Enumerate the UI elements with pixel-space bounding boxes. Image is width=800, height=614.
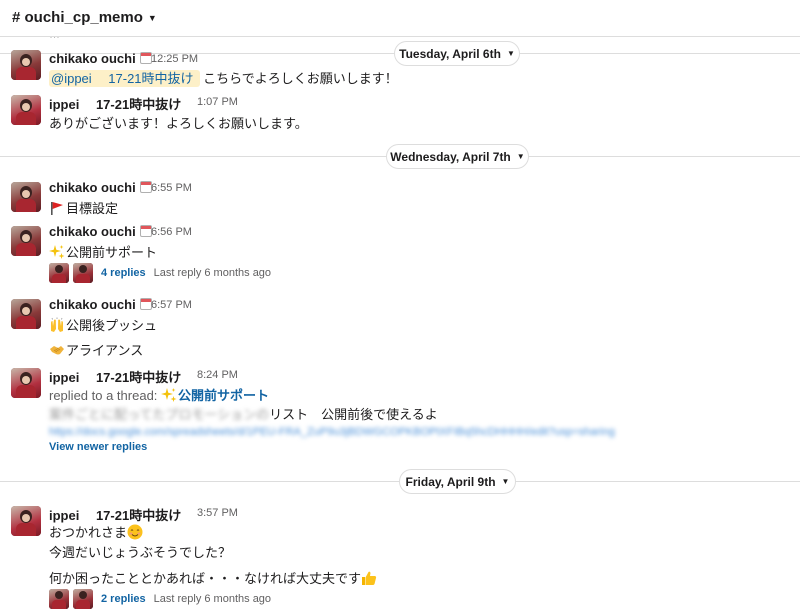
chevron-down-icon: ▼ (506, 49, 515, 58)
chevron-down-icon: ▼ (501, 477, 510, 486)
message-link-row: https://docs.google.com/spreadsheets/d/1… (49, 423, 615, 438)
message-body: おつかれさま (49, 525, 128, 540)
redacted-text: 案件ごとに配ってたプロモーションの (49, 407, 270, 422)
message-body: リスト 公開前後で使えるよ (269, 407, 438, 422)
message-timestamp[interactable]: 6:56 PM (151, 226, 192, 238)
avatar[interactable] (11, 506, 41, 536)
view-newer-replies-button[interactable]: View newer replies (49, 441, 147, 453)
thread-link[interactable]: 公開前サポート (178, 388, 269, 403)
author-name: chikako ouchi (49, 51, 136, 66)
message-body: 何か困ったこととかあれば・・・なければ大丈夫です (49, 571, 362, 586)
channel-name: # ouchi_cp_memo (12, 9, 143, 26)
reply-avatar (49, 589, 69, 609)
message-text: 公開後プッシュ (49, 315, 157, 334)
thread-replies[interactable]: 4 replies Last reply 6 months ago (49, 263, 271, 283)
message-author[interactable]: chikako ouchi (49, 180, 152, 195)
message-timestamp[interactable]: 3:57 PM (197, 507, 238, 519)
channel-name-button[interactable]: # ouchi_cp_memo ▼ (12, 9, 157, 26)
reply-count-link[interactable]: 2 replies (101, 593, 146, 605)
avatar[interactable] (11, 368, 41, 398)
channel-header: # ouchi_cp_memo ▼ (0, 0, 800, 37)
message-text: おつかれさま (49, 522, 144, 541)
message-timestamp[interactable]: 6:55 PM (151, 182, 192, 194)
message-author[interactable]: ippei 17-21時中抜け (49, 367, 181, 386)
avatar[interactable] (11, 299, 41, 329)
triangular-flag-icon (51, 202, 63, 215)
date-label: Tuesday, April 6th (399, 46, 501, 61)
message-timestamp[interactable]: 8:24 PM (197, 369, 238, 381)
message-text: 案件ごとに配ってたプロモーションのリスト 公開前後で使えるよ (49, 404, 438, 423)
reply-avatar (73, 263, 93, 283)
thumbs-up-icon (362, 571, 377, 585)
thread-replies[interactable]: 2 replies Last reply 6 months ago (49, 589, 271, 609)
reply-avatar (73, 589, 93, 609)
message-text: ありがございます！よろしくお願いします。 (49, 116, 308, 131)
author-name: chikako ouchi (49, 297, 136, 312)
sparkles-icon (49, 245, 65, 259)
message-text: 今週だいじょうぶそうでした？ (49, 545, 232, 560)
last-reply-time: Last reply 6 months ago (153, 267, 272, 279)
thread-reply-context: replied to a thread: 公開前サポート (49, 385, 269, 404)
message-timestamp[interactable]: 6:57 PM (151, 299, 192, 311)
message-author[interactable]: chikako ouchi (49, 297, 152, 312)
clipped-previous-message: … (0, 37, 800, 41)
message-text: 何か困ったこととかあれば・・・なければ大丈夫です (49, 568, 378, 587)
chevron-down-icon: ▼ (516, 152, 525, 161)
date-divider-button[interactable]: Friday, April 9th ▼ (399, 469, 516, 494)
avatar[interactable] (11, 182, 41, 212)
sparkles-icon (161, 388, 177, 402)
message-body: こちらでよろしくお願いします！ (199, 71, 398, 86)
date-label: Friday, April 9th (405, 474, 496, 489)
avatar[interactable] (11, 95, 41, 125)
message-timestamp[interactable]: 12:25 PM (151, 53, 198, 65)
blush-icon (127, 524, 143, 540)
reply-count-link[interactable]: 4 replies (101, 267, 146, 279)
message-body: 公開前サポート (66, 245, 158, 260)
message-text: 目標設定 (49, 198, 118, 217)
author-name: chikako ouchi (49, 224, 136, 239)
calendar-status-icon (139, 181, 152, 193)
calendar-status-icon (139, 225, 152, 237)
message-author[interactable]: chikako ouchi (49, 51, 152, 66)
avatar[interactable] (11, 50, 41, 80)
message-text: @ippei 17-21時中抜け こちらでよろしくお願いします！ (49, 68, 398, 87)
message-body: 目標設定 (66, 201, 119, 216)
message-author[interactable]: ippei 17-21時中抜け (49, 94, 181, 113)
date-divider-button[interactable]: Tuesday, April 6th ▼ (394, 41, 520, 66)
date-label: Wednesday, April 7th (390, 149, 511, 164)
chevron-down-icon: ▼ (147, 12, 157, 23)
reply-avatar (49, 263, 69, 283)
replied-to-label: replied to a thread: (49, 388, 162, 403)
message-text: アライアンス (49, 340, 143, 359)
message-author[interactable]: chikako ouchi (49, 224, 152, 239)
calendar-status-icon (139, 52, 152, 64)
message-text: 公開前サポート (49, 242, 157, 261)
calendar-status-icon (139, 298, 152, 310)
message-timestamp[interactable]: 1:07 PM (197, 96, 238, 108)
handshake-icon (50, 346, 64, 355)
avatar[interactable] (11, 226, 41, 256)
message-body: 公開後プッシュ (66, 318, 158, 333)
message-body: アライアンス (66, 343, 144, 358)
date-divider-button[interactable]: Wednesday, April 7th ▼ (386, 144, 529, 169)
author-name: chikako ouchi (49, 180, 136, 195)
last-reply-time: Last reply 6 months ago (153, 593, 272, 605)
raised-hands-icon (51, 317, 63, 332)
user-mention[interactable]: @ippei 17-21時中抜け (49, 70, 200, 87)
redacted-link[interactable]: https://docs.google.com/spreadsheets/d/1… (49, 426, 615, 438)
